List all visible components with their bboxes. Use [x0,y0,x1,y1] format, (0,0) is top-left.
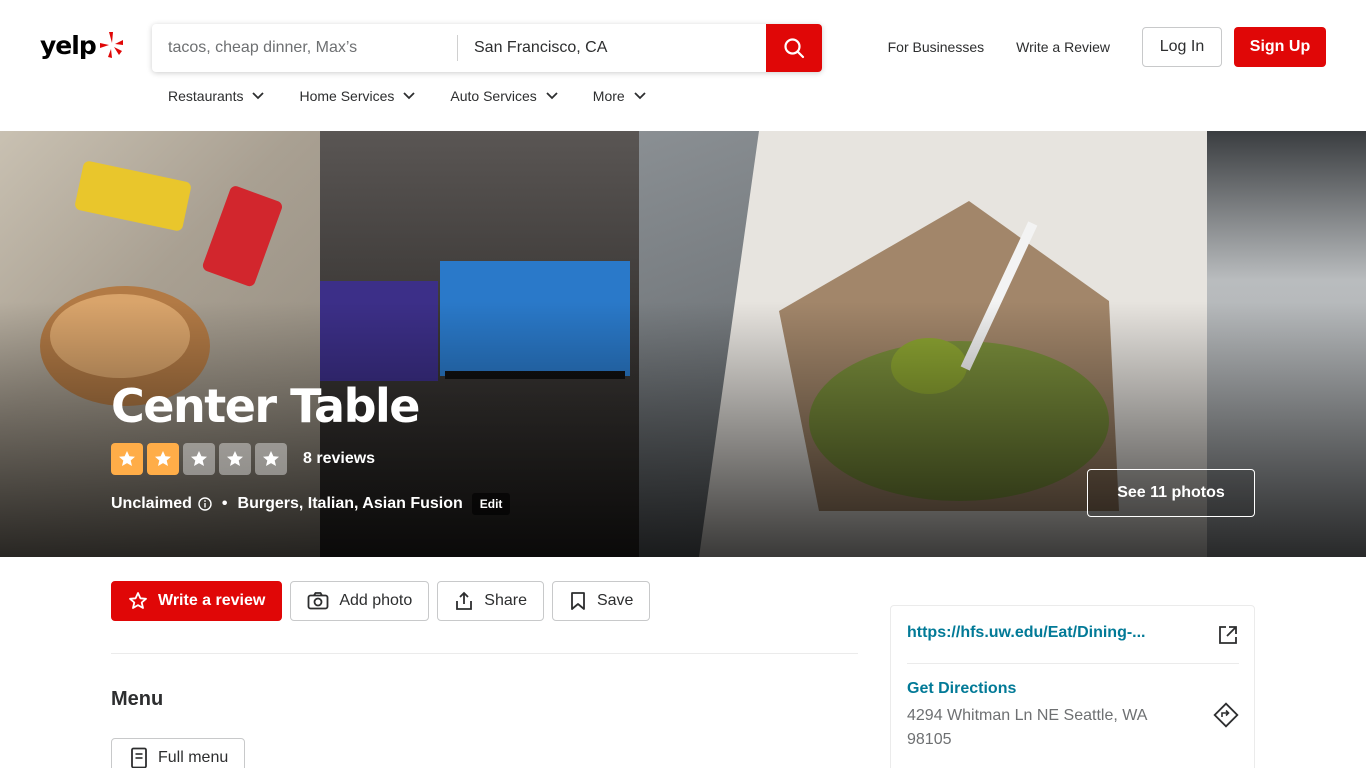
write-review-button[interactable]: Write a review [111,581,283,621]
category-more[interactable]: More [593,88,647,104]
write-review-link[interactable]: Write a Review [1016,39,1110,55]
search-icon [784,38,805,59]
button-label: Full menu [158,749,229,766]
full-menu-button[interactable]: Full menu [111,738,246,768]
action-bar: Write a review Add photo Share Save [111,581,658,621]
see-photos-button[interactable]: See 11 photos [1087,469,1255,517]
button-label: Add photo [339,592,413,609]
info-icon[interactable] [198,497,212,511]
star-icon [147,443,179,475]
find-input[interactable] [168,39,442,57]
top-header: yelp For Businesses Write a Review Log I… [0,0,1366,131]
camera-icon [307,592,329,610]
get-directions-link[interactable]: Get Directions [907,680,1239,698]
website-row: https://hfs.uw.edu/Eat/Dining-... [907,624,1239,664]
chevron-down-icon [634,92,646,100]
category-restaurants[interactable]: Restaurants [168,88,265,104]
directions-icon[interactable] [1213,702,1239,728]
category-auto-services[interactable]: Auto Services [450,88,558,104]
chevron-down-icon [403,92,416,100]
yelp-logo[interactable]: yelp [40,30,124,60]
star-icon [183,443,215,475]
yelp-burst-icon [99,32,123,58]
business-meta: Unclaimed • Burgers, Italian, Asian Fusi… [111,493,511,515]
review-count[interactable]: 8 reviews [303,450,375,468]
category-label: Restaurants [168,88,244,104]
button-label: Write a review [158,592,266,609]
category-label: Auto Services [450,88,537,104]
category-nav: Restaurants Home Services Auto Services … [168,88,681,104]
save-button[interactable]: Save [551,581,651,621]
business-info-card: https://hfs.uw.edu/Eat/Dining-... Get Di… [890,605,1255,768]
edit-categories-button[interactable]: Edit [471,493,511,515]
website-link[interactable]: https://hfs.uw.edu/Eat/Dining-... [907,624,1146,641]
star-icon [255,443,287,475]
chevron-down-icon [252,92,265,100]
bookmark-icon [571,592,585,610]
for-businesses-link[interactable]: For Businesses [888,39,984,55]
near-input[interactable] [474,39,750,57]
star-icon [111,443,143,475]
business-name: Center Table [111,379,420,433]
share-icon [456,591,473,610]
category-label: Home Services [299,88,395,104]
login-button[interactable]: Log In [1142,27,1222,67]
chevron-down-icon [546,92,558,100]
signup-button[interactable]: Sign Up [1234,27,1326,67]
directions-row: Get Directions 4294 Whitman Ln NE Seattl… [907,680,1239,752]
business-address: 4294 Whitman Ln NE Seattle, WA 98105 [907,707,1147,748]
category-home-services[interactable]: Home Services [299,88,416,104]
external-link-icon[interactable] [1217,624,1239,646]
button-label: Share [484,592,527,609]
business-categories[interactable]: Burgers, Italian, Asian Fusion [238,495,463,513]
find-field[interactable] [152,24,458,72]
claim-status: Unclaimed [111,495,192,512]
logo-text: yelp [40,30,97,60]
star-outline-icon [129,592,147,609]
star-icon [219,443,251,475]
button-label: Save [596,592,634,609]
separator-dot: • [221,495,228,512]
star-rating: 8 reviews [111,443,375,475]
photo-hero: Center Table 8 reviews Unclaimed • Burge… [0,131,1366,557]
menu-section-title: Menu [111,688,164,710]
add-photo-button[interactable]: Add photo [290,581,430,621]
section-divider [111,653,858,654]
search-bar [152,24,822,72]
menu-book-icon [131,747,147,768]
category-label: More [592,88,625,104]
search-button[interactable] [766,24,822,72]
near-field[interactable] [458,24,766,72]
share-button[interactable]: Share [437,581,544,621]
header-nav: For Businesses Write a Review Log In Sig… [888,27,1326,67]
